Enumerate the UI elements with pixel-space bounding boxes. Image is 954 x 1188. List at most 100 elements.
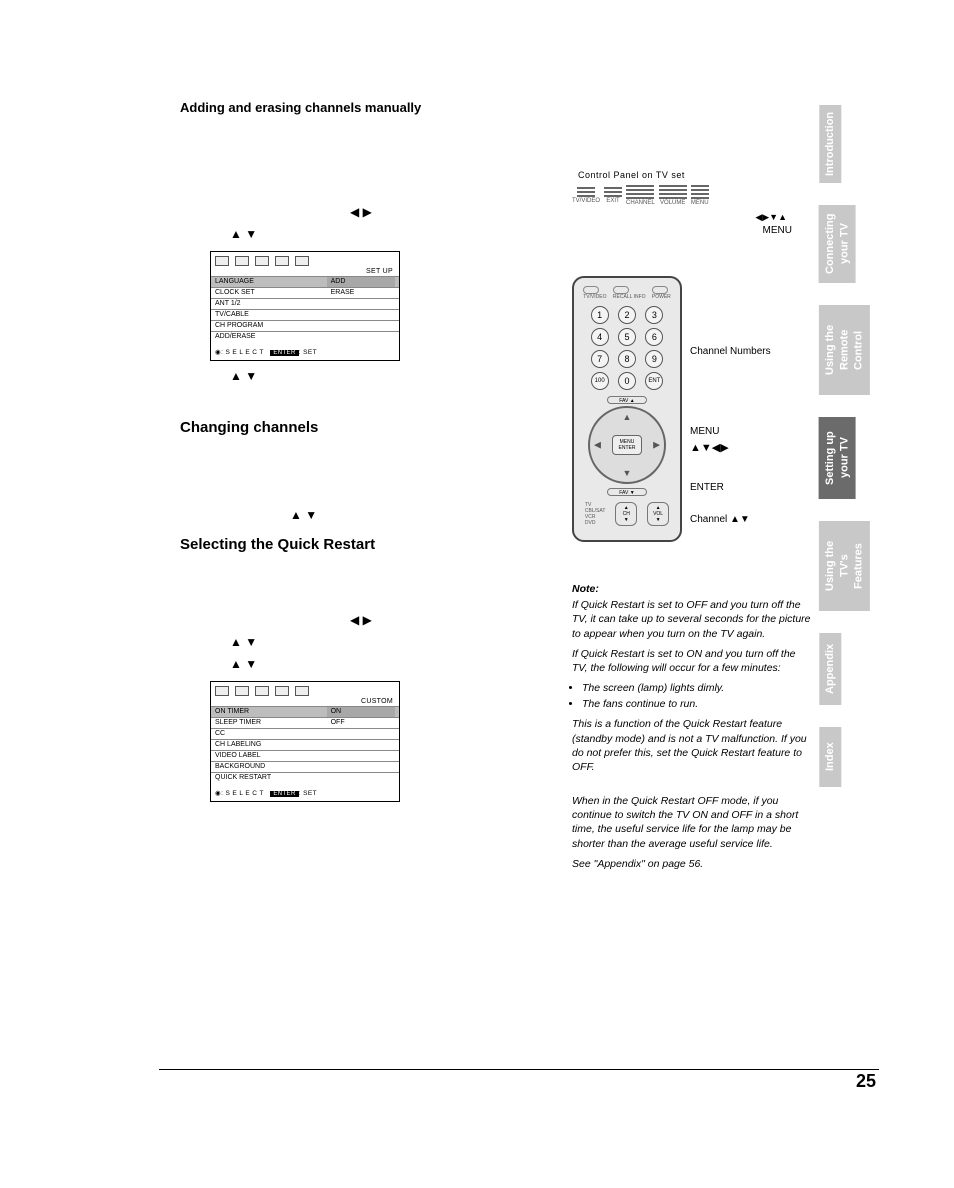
arrows-ud-4: ▲ ▼ bbox=[230, 635, 550, 649]
osd-cell: LANGUAGE bbox=[215, 277, 327, 287]
osd-cell bbox=[327, 729, 395, 739]
osd-row: SLEEP TIMEROFF bbox=[211, 717, 399, 728]
callout-channel-numbers: Channel Numbers bbox=[690, 346, 771, 357]
tab-remote: Using the Remote Control bbox=[819, 305, 870, 395]
osd-icon bbox=[215, 256, 229, 266]
osd-cell: CC bbox=[215, 729, 327, 739]
note-text: If Quick Restart is set to ON and you tu… bbox=[572, 647, 812, 675]
arrows-ud-3: ▲ ▼ bbox=[290, 508, 550, 522]
dpad-left-icon: ◀ bbox=[594, 440, 601, 451]
osd-cell: ANT 1/2 bbox=[215, 299, 327, 309]
note-heading: Note: bbox=[572, 582, 812, 596]
osd-cell: ON bbox=[327, 707, 395, 717]
panel-menu-callout: MENU bbox=[572, 225, 812, 236]
osd-cell bbox=[327, 762, 395, 772]
osd-cell: OFF bbox=[327, 718, 395, 728]
arrows-lr-1: ◀ ▶ bbox=[350, 205, 550, 219]
osd-row: VIDEO LABEL bbox=[211, 750, 399, 761]
panel-button-menu: MENU bbox=[691, 184, 709, 206]
osd-row: CH PROGRAM bbox=[211, 320, 399, 331]
tv-control-panel-diagram: Control Panel on TV set TV/VIDEO EXIT CH… bbox=[572, 170, 812, 236]
panel-label: MENU bbox=[691, 200, 709, 206]
panel-label: TV/VIDEO bbox=[572, 198, 600, 204]
tab-connecting: Connecting your TV bbox=[819, 205, 856, 283]
osd-row: TV/CABLE bbox=[211, 309, 399, 320]
osd-row: LANGUAGEADD bbox=[211, 276, 399, 287]
osd-row: CH LABELING bbox=[211, 739, 399, 750]
osd-row: CLOCK SETERASE bbox=[211, 287, 399, 298]
osd-cell bbox=[327, 299, 395, 309]
panel-button-exit: EXIT bbox=[604, 186, 622, 204]
osd-footer: ◉: S E L E C T ENTER: SET bbox=[211, 783, 399, 801]
osd-cell: SLEEP TIMER bbox=[215, 718, 327, 728]
heading-adding-erasing: Adding and erasing channels manually bbox=[180, 100, 550, 115]
remote-vol-rocker: ▲VOL▼ bbox=[647, 502, 669, 526]
osd-cell: TV/CABLE bbox=[215, 310, 327, 320]
note-text: This is a function of the Quick Restart … bbox=[572, 717, 812, 774]
osd-row: QUICK RESTART bbox=[211, 772, 399, 783]
osd-cell bbox=[327, 310, 395, 320]
callout-menu: MENU bbox=[690, 426, 719, 437]
osd-cell: CH PROGRAM bbox=[215, 321, 327, 331]
remote-ch-rocker: ▲CH▼ bbox=[615, 502, 637, 526]
arrows-ud-5: ▲ ▼ bbox=[230, 657, 550, 671]
remote-num-6: 6 bbox=[645, 328, 663, 346]
osd-row: ANT 1/2 bbox=[211, 298, 399, 309]
remote-num-5: 5 bbox=[618, 328, 636, 346]
remote-label: TV/VIDEO bbox=[583, 294, 606, 300]
osd-cell: CLOCK SET bbox=[215, 288, 327, 298]
tab-features: Using the TV's Features bbox=[819, 521, 870, 611]
callout-arrows: ▲▼◀▶ bbox=[690, 441, 729, 454]
osd-icon bbox=[215, 686, 229, 696]
remote-num-0: 0 bbox=[618, 372, 636, 390]
tab-setting-up: Setting up your TV bbox=[819, 417, 856, 499]
page-rule bbox=[159, 1069, 879, 1070]
remote-num-ent: ENT bbox=[645, 372, 663, 390]
remote-num-1: 1 bbox=[591, 306, 609, 324]
remote-dpad: ▲ ▼ ◀ ▶ MENU ENTER bbox=[588, 406, 666, 484]
remote-num-3: 3 bbox=[645, 306, 663, 324]
note-block: Note: If Quick Restart is set to OFF and… bbox=[572, 582, 812, 871]
remote-num-8: 8 bbox=[618, 350, 636, 368]
osd-icon bbox=[255, 686, 269, 696]
panel-button-tvvideo: TV/VIDEO bbox=[572, 186, 600, 204]
osd-setup: SET UP LANGUAGEADD CLOCK SETERASE ANT 1/… bbox=[210, 251, 400, 361]
osd-cell: ERASE bbox=[327, 288, 395, 298]
osd-row: ON TIMERON bbox=[211, 706, 399, 717]
osd-icon bbox=[255, 256, 269, 266]
osd-row: ADD/ERASE bbox=[211, 331, 399, 342]
panel-button-channel: CHANNEL bbox=[626, 184, 655, 206]
osd-footer-enter: ENTER bbox=[270, 791, 298, 797]
osd-cell: BACKGROUND bbox=[215, 762, 327, 772]
dpad-down-icon: ▼ bbox=[623, 468, 632, 478]
osd-icon bbox=[275, 686, 289, 696]
remote-num-2: 2 bbox=[618, 306, 636, 324]
osd-cell bbox=[327, 751, 395, 761]
arrows-ud-1: ▲ ▼ bbox=[230, 227, 550, 241]
osd-icon-row bbox=[211, 682, 399, 698]
osd-icon bbox=[235, 686, 249, 696]
heading-changing-channels: Changing channels bbox=[180, 419, 550, 436]
osd-custom-title: CUSTOM bbox=[211, 698, 399, 706]
tab-appendix: Appendix bbox=[819, 633, 841, 705]
remote-label: RECALL INFO bbox=[613, 294, 646, 300]
remote-btn-tvvideo bbox=[583, 286, 599, 294]
panel-arrows-label: ◀▶▼▲ bbox=[572, 212, 812, 223]
remote-btn-power bbox=[652, 286, 668, 294]
note-bullet: The screen (lamp) lights dimly. bbox=[582, 681, 812, 695]
callout-channel-updown: Channel ▲▼ bbox=[690, 514, 750, 525]
dpad-right-icon: ▶ bbox=[653, 440, 660, 451]
osd-custom: CUSTOM ON TIMERON SLEEP TIMEROFF CC CH L… bbox=[210, 681, 400, 802]
osd-footer-select: : S E L E C T bbox=[221, 349, 264, 356]
remote-fav-down: FAV ▼ bbox=[607, 488, 647, 496]
osd-cell bbox=[327, 740, 395, 750]
osd-cell: VIDEO LABEL bbox=[215, 751, 327, 761]
osd-icon bbox=[295, 256, 309, 266]
remote-menu-enter: MENU ENTER bbox=[612, 435, 642, 455]
page-number: 25 bbox=[856, 1071, 876, 1092]
osd-icon bbox=[295, 686, 309, 696]
remote-diagram: TV/VIDEO RECALL INFO POWER 1 2 3 4 5 6 7… bbox=[572, 276, 682, 542]
remote-num-7: 7 bbox=[591, 350, 609, 368]
osd-footer-set: : SET bbox=[299, 349, 317, 356]
osd-cell bbox=[327, 773, 395, 783]
